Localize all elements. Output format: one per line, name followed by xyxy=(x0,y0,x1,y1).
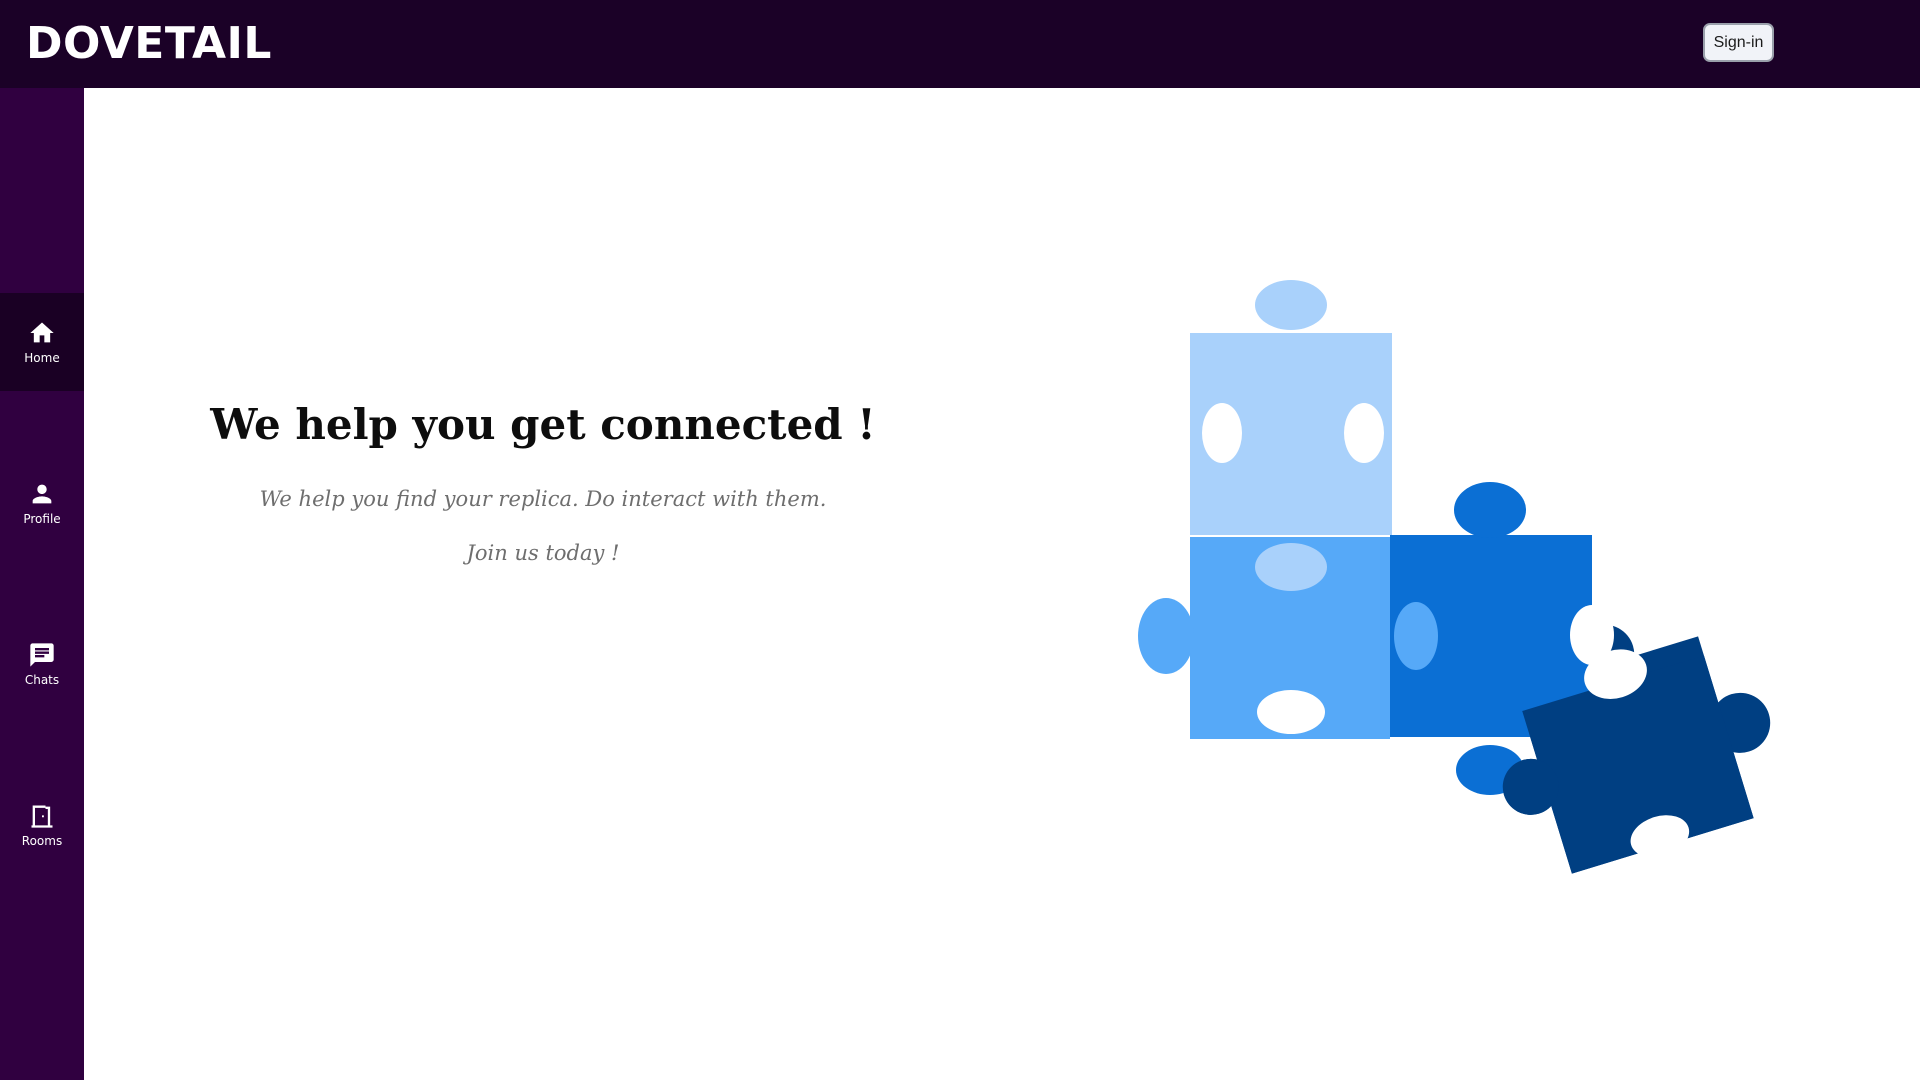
hero-section: We help you get connected ! We help you … xyxy=(200,395,886,567)
puzzle-pieces-illustration xyxy=(1138,280,1771,874)
hero-call-to-action: Join us today ! xyxy=(466,541,620,565)
door-icon xyxy=(31,805,53,828)
puzzle-piece-light xyxy=(1190,280,1392,535)
home-icon xyxy=(30,322,54,343)
top-bar: DOVETAIL Sign-in xyxy=(0,0,1920,88)
sidebar-item-label: Profile xyxy=(23,512,61,526)
sidebar-item-home[interactable]: Home xyxy=(0,293,84,391)
brand-logo[interactable]: DOVETAIL xyxy=(26,18,272,70)
sidebar: Home Profile Chats Rooms xyxy=(0,88,84,1080)
sidebar-item-chats[interactable]: Chats xyxy=(0,615,84,713)
sign-in-button[interactable]: Sign-in xyxy=(1703,23,1774,62)
person-icon xyxy=(32,484,52,504)
chat-icon xyxy=(30,643,54,667)
sidebar-item-label: Chats xyxy=(24,673,60,687)
hero-title: We help you get connected ! xyxy=(210,400,876,449)
sidebar-item-profile[interactable]: Profile xyxy=(0,454,84,552)
sidebar-item-label: Home xyxy=(24,351,60,365)
hero-subtitle: We help you find your replica. Do intera… xyxy=(259,487,827,511)
sidebar-item-label: Rooms xyxy=(21,834,63,848)
sidebar-item-rooms[interactable]: Rooms xyxy=(0,776,84,874)
